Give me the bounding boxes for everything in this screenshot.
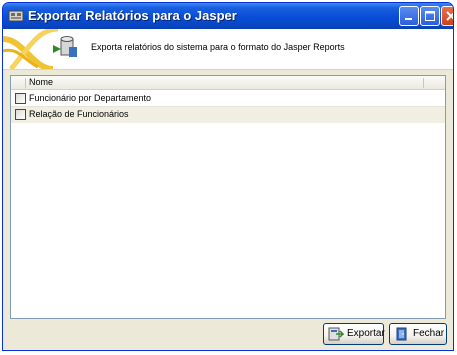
maximize-icon xyxy=(425,11,435,21)
minimize-icon xyxy=(405,18,412,20)
column-separator xyxy=(25,78,26,88)
export-button-label: Exportar xyxy=(347,328,385,339)
maximize-button[interactable] xyxy=(420,6,440,26)
jasper-export-icon xyxy=(3,29,77,69)
export-button[interactable]: Exportar xyxy=(323,323,385,345)
close-button[interactable]: Fechar xyxy=(389,323,447,345)
row-checkbox[interactable] xyxy=(15,109,26,120)
column-separator xyxy=(423,78,424,88)
app-window-icon xyxy=(8,10,24,22)
row-checkbox[interactable] xyxy=(15,93,26,104)
close-window-button[interactable] xyxy=(441,6,453,26)
door-exit-icon xyxy=(396,327,407,341)
minimize-button[interactable] xyxy=(399,6,419,26)
title-bar[interactable]: Exportar Relatórios para o Jasper xyxy=(3,3,453,29)
list-item[interactable]: Funcionário por Departamento xyxy=(11,91,445,107)
export-icon xyxy=(328,327,344,341)
column-header-name[interactable]: Nome xyxy=(29,77,53,87)
header-banner: Exporta relatórios do sistema para o for… xyxy=(3,29,453,70)
window-title: Exportar Relatórios para o Jasper xyxy=(28,8,237,23)
banner-description: Exporta relatórios do sistema para o for… xyxy=(91,42,345,52)
export-dialog: Exportar Relatórios para o Jasper Export… xyxy=(2,2,454,351)
list-item-label: Funcionário por Departamento xyxy=(29,93,152,103)
list-item[interactable]: Relação de Funcionários xyxy=(11,107,445,123)
close-button-label: Fechar xyxy=(413,328,445,339)
list-item-label: Relação de Funcionários xyxy=(29,109,129,119)
report-list[interactable]: Nome Funcionário por Departamento Relaçã… xyxy=(10,75,446,319)
list-header: Nome xyxy=(11,76,445,90)
close-icon xyxy=(446,11,453,21)
